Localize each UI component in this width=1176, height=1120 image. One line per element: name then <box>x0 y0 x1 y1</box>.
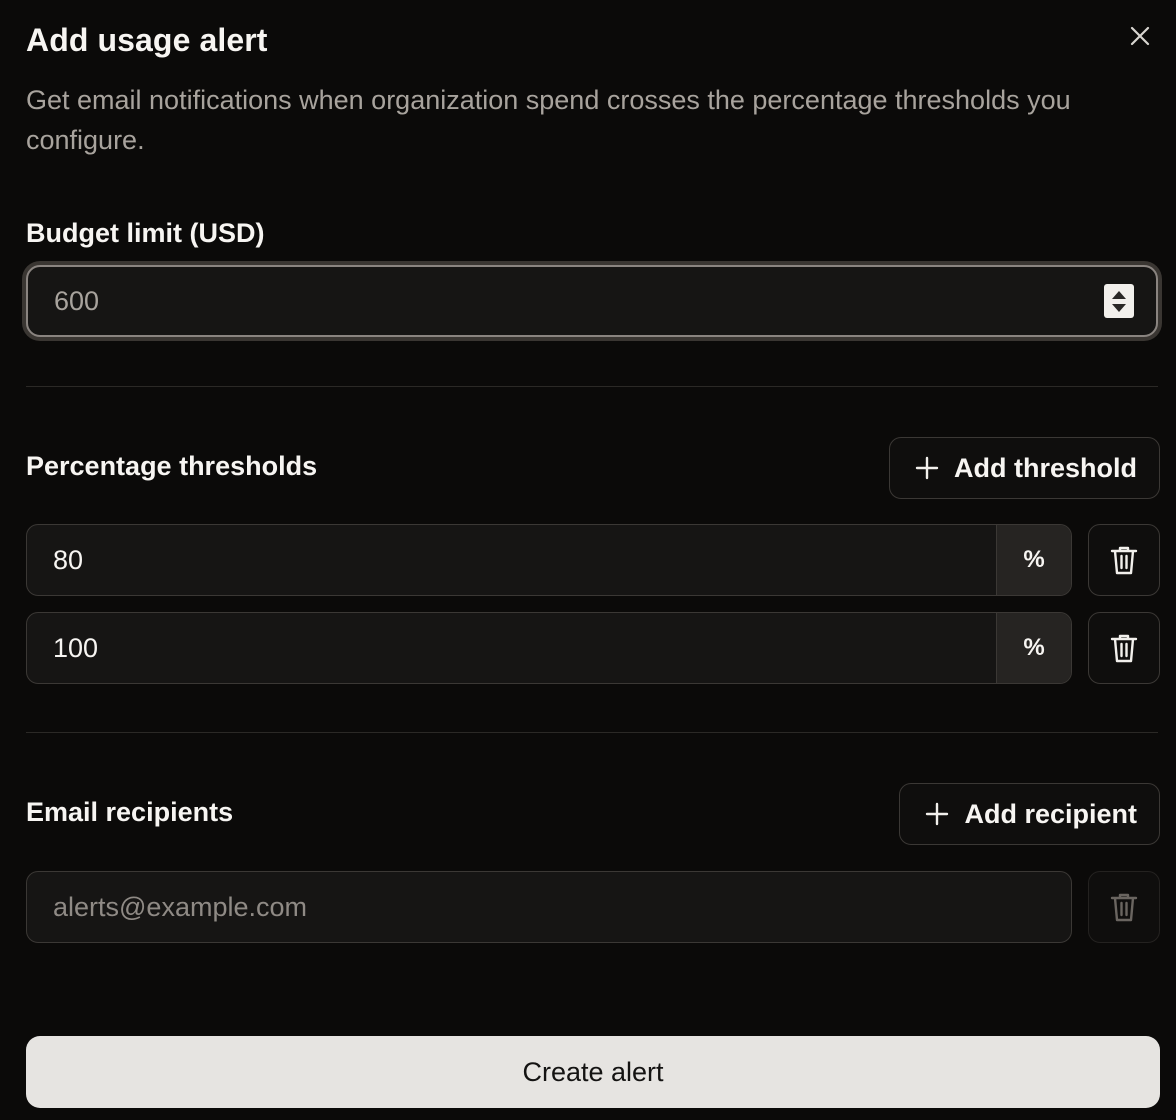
thresholds-label: Percentage thresholds <box>26 451 318 481</box>
close-icon <box>1130 26 1150 46</box>
add-recipient-label: Add recipient <box>964 798 1137 829</box>
budget-limit-input[interactable]: 600 <box>26 265 1158 337</box>
plus-icon <box>915 456 939 480</box>
remove-recipient-button[interactable] <box>1088 871 1160 943</box>
budget-limit-label: Budget limit (USD) <box>26 218 265 248</box>
trash-icon <box>1110 634 1138 663</box>
threshold-input[interactable]: 100 % <box>26 612 1072 684</box>
create-alert-button[interactable]: Create alert <box>26 1036 1160 1108</box>
stepper-down-icon[interactable] <box>1112 303 1126 312</box>
percent-suffix: % <box>996 525 1071 595</box>
recipients-label: Email recipients <box>26 797 234 827</box>
plus-icon <box>926 802 949 826</box>
stepper-up-icon[interactable] <box>1112 290 1126 299</box>
threshold-input[interactable]: 80 % <box>26 524 1072 596</box>
remove-threshold-button[interactable] <box>1088 612 1160 684</box>
budget-limit-value: 600 <box>54 285 100 316</box>
close-button[interactable] <box>1124 20 1156 52</box>
section-divider <box>26 732 1158 733</box>
add-threshold-label: Add threshold <box>954 452 1137 483</box>
threshold-value: 80 <box>53 544 84 575</box>
section-divider <box>26 386 1158 387</box>
trash-icon <box>1110 893 1138 922</box>
number-stepper[interactable] <box>1104 284 1134 318</box>
percent-suffix: % <box>996 613 1071 683</box>
recipient-email-input[interactable]: alerts@example.com <box>26 871 1072 943</box>
usage-alert-dialog: Add usage alert Get email notifications … <box>0 0 1176 1120</box>
dialog-description: Get email notifications when organizatio… <box>26 85 1071 155</box>
add-recipient-button[interactable]: Add recipient <box>899 783 1160 845</box>
threshold-value: 100 <box>53 632 99 663</box>
dialog-title: Add usage alert <box>26 22 268 58</box>
remove-threshold-button[interactable] <box>1088 524 1160 596</box>
email-placeholder: alerts@example.com <box>53 891 307 922</box>
trash-icon <box>1110 546 1138 575</box>
add-threshold-button[interactable]: Add threshold <box>889 437 1160 499</box>
